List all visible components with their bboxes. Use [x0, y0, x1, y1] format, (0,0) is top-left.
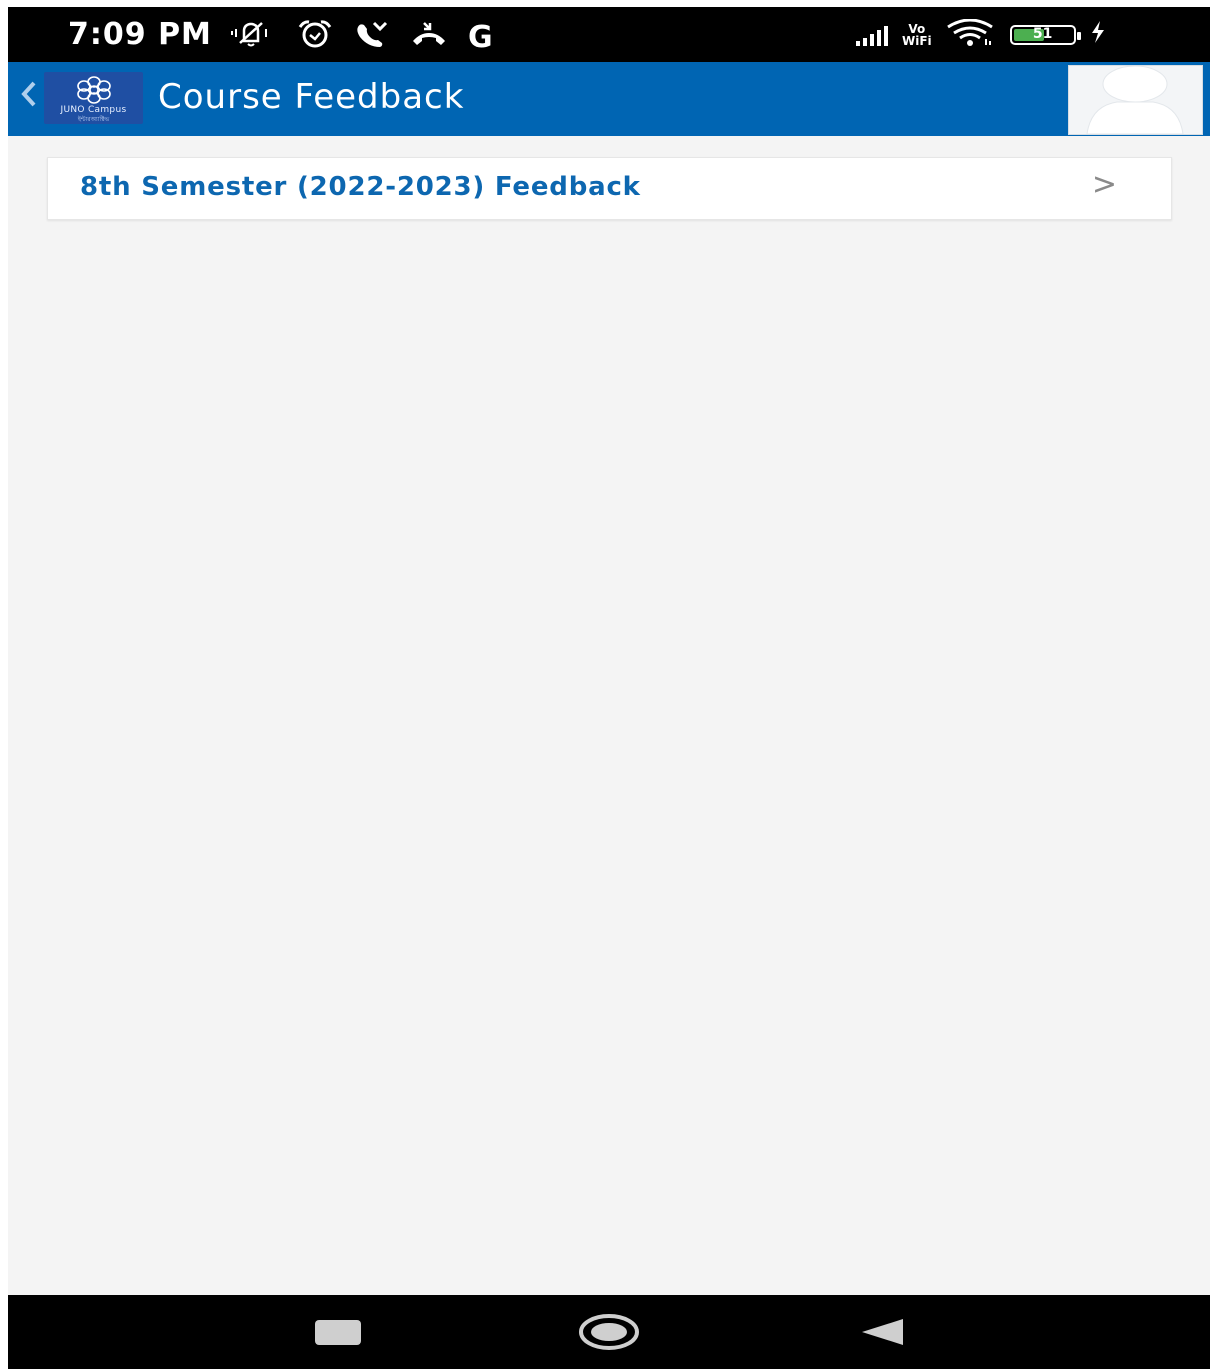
- wifi-icon: [946, 18, 996, 51]
- juno-campus-logo[interactable]: JUNO Campus ইন্টারঅ্যাক্টিভ: [44, 72, 143, 124]
- logo-subtext: ইন্টারঅ্যাক্টিভ: [77, 116, 110, 123]
- system-nav-bar: [8, 1295, 1210, 1369]
- charging-icon: [1090, 21, 1106, 49]
- phone-screen: 7:09 PM G Vo WiFi 51 JUNO Campus ইন্টারঅ…: [8, 7, 1210, 1369]
- status-bar: 7:09 PM G Vo WiFi 51: [8, 7, 1210, 62]
- app-header: JUNO Campus ইন্টারঅ্যাক্টিভ Course Feedb…: [8, 62, 1210, 136]
- mute-icon: [230, 19, 276, 56]
- chevron-left-icon[interactable]: [20, 78, 38, 118]
- user-avatar-icon[interactable]: [1068, 65, 1203, 135]
- alarm-icon: [296, 19, 334, 56]
- vowifi-icon: Vo WiFi: [902, 23, 932, 47]
- missed-call-icon: [354, 19, 390, 56]
- battery-level: 51: [1032, 26, 1053, 42]
- status-time: 7:09 PM: [68, 17, 212, 52]
- battery-icon: 51: [1009, 25, 1081, 45]
- list-item-label: 8th Semester (2022-2023) Feedback: [80, 172, 641, 202]
- recents-button[interactable]: [315, 1320, 361, 1345]
- back-button[interactable]: [860, 1317, 905, 1347]
- home-button[interactable]: [579, 1314, 639, 1350]
- call-icon: [410, 19, 448, 56]
- list-item-semester-feedback[interactable]: 8th Semester (2022-2023) Feedback >: [47, 157, 1172, 220]
- status-notification-icons: G: [230, 19, 493, 56]
- chevron-right-icon: >: [1091, 167, 1117, 202]
- vowifi-bottom-label: WiFi: [902, 34, 932, 48]
- main-content: 8th Semester (2022-2023) Feedback >: [8, 136, 1210, 1295]
- google-icon: G: [468, 19, 493, 55]
- status-system-icons: Vo WiFi 51: [856, 18, 1106, 51]
- battery-cap: [1076, 32, 1081, 40]
- flower-logo-icon: [76, 76, 111, 104]
- signal-strength-icon: [856, 24, 888, 46]
- page-title: Course Feedback: [158, 77, 465, 117]
